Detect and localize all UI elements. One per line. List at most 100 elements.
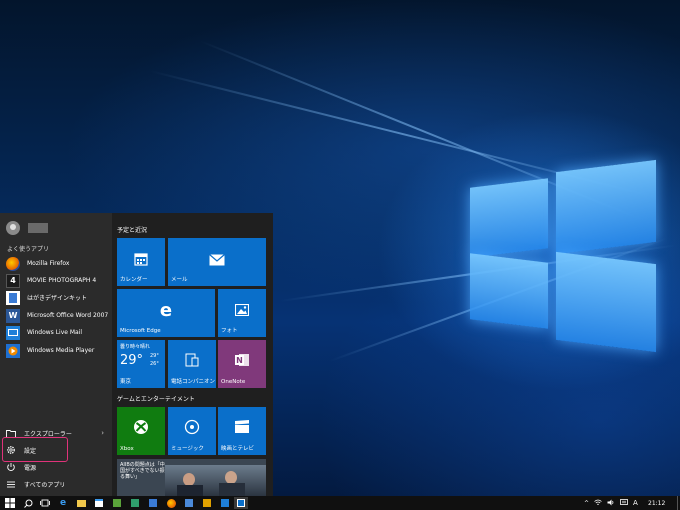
app-item-hagaki[interactable]: はがきデザインキット [6, 289, 110, 306]
chevron-right-icon: › [101, 429, 104, 437]
app-item-label: Windows Media Player [27, 347, 95, 354]
tile-label: Microsoft Edge [120, 328, 161, 334]
app-taskbar-icon[interactable] [219, 497, 231, 509]
app-item-firefox[interactable]: Mozilla Firefox [6, 255, 110, 272]
weather-condition: 曇り時々晴れ [120, 344, 151, 350]
hagaki-icon [6, 290, 20, 305]
user-name-redacted [28, 223, 48, 233]
power-item[interactable]: 電源 [6, 460, 110, 474]
tile-weather[interactable]: 曇り時々晴れ 29° 29° 26° 東京 [117, 340, 165, 388]
tile-label: 映画とテレビ [221, 446, 255, 452]
app-item-label: Windows Live Mail [27, 329, 83, 336]
tile-phone-companion[interactable]: 電話コンパニオン [168, 340, 216, 388]
tile-edge[interactable]: e Microsoft Edge [117, 289, 215, 337]
chevron-up-icon[interactable]: ^ [584, 500, 589, 507]
app-item-word[interactable]: W Microsoft Office Word 2007 [6, 307, 110, 324]
app-taskbar-icon[interactable] [111, 497, 123, 509]
calendar-icon [133, 251, 149, 267]
search-button[interactable] [22, 497, 34, 509]
app-taskbar-icon[interactable] [129, 497, 141, 509]
app-item-movie-photograph[interactable]: 4 MOVIE PHOTOGRAPH 4 [6, 272, 110, 289]
app-item-label: はがきデザインキット [27, 295, 88, 302]
task-view-button[interactable] [39, 497, 51, 509]
ime-indicator[interactable]: A [633, 499, 638, 507]
weather-city: 東京 [120, 379, 132, 385]
file-explorer-taskbar-icon[interactable] [75, 497, 87, 509]
windows-logo-pane [470, 178, 548, 258]
weather-temp: 29° [120, 353, 144, 368]
app-item-label: Mozilla Firefox [27, 260, 70, 267]
user-account[interactable] [6, 221, 48, 235]
tile-label: フォト [221, 328, 238, 334]
start-button[interactable] [4, 497, 16, 509]
windows-logo-pane [556, 251, 656, 353]
word-icon: W [6, 308, 20, 323]
app-taskbar-icon[interactable] [183, 497, 195, 509]
tile-xbox[interactable]: Xbox [117, 407, 165, 455]
tile-label: カレンダー [120, 277, 148, 283]
music-icon [183, 418, 201, 436]
tile-label: Xbox [120, 446, 134, 452]
tile-group-label: 予定と近況 [117, 227, 148, 234]
weather-low: 26° [150, 361, 159, 367]
onenote-icon: N [233, 351, 251, 369]
task-view-icon [40, 499, 50, 507]
app-item-label: MOVIE PHOTOGRAPH 4 [27, 277, 97, 284]
start-menu: よく使うアプリ Mozilla Firefox 4 MOVIE PHOTOGRA… [0, 213, 273, 496]
tile-news[interactable]: AIIBの問題点は「中国がすべきでない振る舞い」 [117, 459, 266, 496]
volume-icon[interactable] [607, 499, 615, 508]
list-icon [6, 479, 16, 489]
settings-highlight-box [2, 437, 68, 462]
user-avatar-icon [6, 221, 20, 235]
clock[interactable]: 21:12 [648, 496, 665, 510]
app-item-label: Microsoft Office Word 2007 [27, 312, 109, 319]
phone-icon [184, 351, 200, 369]
tile-onenote[interactable]: N OneNote [218, 340, 266, 388]
edge-taskbar-icon[interactable]: e [57, 497, 69, 509]
all-apps-label: すべてのアプリ [24, 481, 66, 489]
notification-icon[interactable] [620, 498, 628, 508]
tile-music[interactable]: ミュージック [168, 407, 216, 455]
tile-group-label: ゲームとエンターテイメント [117, 396, 195, 403]
weather-high: 29° [150, 353, 159, 359]
taskbar: e ^ A 21:12 [0, 496, 680, 510]
app-taskbar-icon[interactable] [201, 497, 213, 509]
news-photo [165, 465, 266, 496]
media-player-icon [6, 343, 20, 358]
tile-mail[interactable]: メール [168, 238, 266, 286]
store-taskbar-icon[interactable] [93, 497, 105, 509]
most-used-label: よく使うアプリ [7, 246, 50, 253]
app-item-media-player[interactable]: Windows Media Player [6, 342, 110, 359]
svg-text:N: N [236, 356, 243, 365]
firefox-taskbar-icon[interactable] [165, 497, 177, 509]
all-apps-item[interactable]: すべてのアプリ [6, 477, 110, 491]
tile-label: OneNote [221, 379, 246, 385]
windows-logo-pane [470, 253, 548, 329]
tile-photos[interactable]: フォト [218, 289, 266, 337]
mail-icon [208, 252, 226, 268]
windows-logo-pane [556, 159, 656, 255]
clock-time: 21:12 [648, 499, 666, 507]
app-taskbar-icon[interactable] [147, 497, 159, 509]
search-icon [23, 499, 32, 508]
firefox-icon [6, 256, 20, 271]
tile-movies[interactable]: 映画とテレビ [218, 407, 266, 455]
tile-label: メール [171, 277, 188, 283]
xbox-icon [132, 418, 150, 436]
movie-photograph-icon: 4 [6, 273, 20, 288]
photos-icon [234, 302, 250, 318]
app-item-live-mail[interactable]: Windows Live Mail [6, 324, 110, 341]
live-mail-icon [6, 325, 20, 340]
tile-calendar[interactable]: カレンダー [117, 238, 165, 286]
news-headline: AIIBの問題点は「中国がすべきでない振る舞い」 [120, 462, 165, 480]
active-app-taskbar-icon[interactable] [234, 497, 248, 509]
tile-label: 電話コンパニオン [171, 379, 216, 385]
windows-logo-icon [5, 498, 15, 508]
power-label: 電源 [24, 464, 37, 472]
edge-icon: e [159, 299, 173, 321]
system-tray: ^ A [584, 496, 638, 510]
power-icon [6, 462, 16, 472]
network-icon[interactable] [594, 499, 602, 508]
clapperboard-icon [233, 418, 251, 436]
tile-label: ミュージック [171, 446, 204, 452]
